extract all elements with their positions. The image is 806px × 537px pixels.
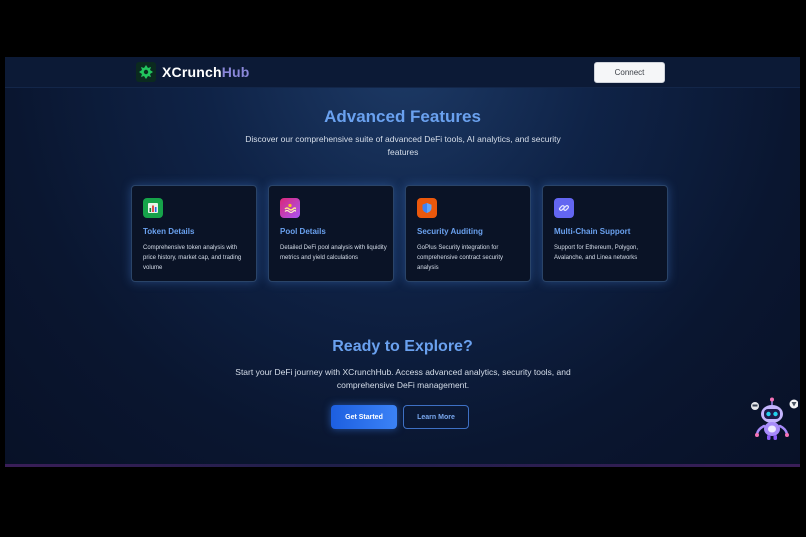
feature-card-description: GoPlus Security integration for comprehe… — [417, 245, 504, 271]
feature-card-description: Comprehensive token analysis with price … — [143, 245, 242, 271]
bar-chart-icon — [143, 198, 163, 218]
link-icon — [554, 198, 574, 218]
feature-card-pool-details[interactable]: Pool Details Detailed DeFi pool analysis… — [268, 185, 394, 282]
feature-card-multi-chain-support[interactable]: Multi-Chain Support Support for Ethereum… — [542, 185, 668, 282]
feature-card-title: Token Details — [143, 227, 195, 236]
feature-card-title: Security Auditing — [417, 227, 483, 236]
brand-name-accent: Hub — [221, 64, 250, 80]
get-started-button[interactable]: Get Started — [331, 405, 397, 429]
features-title: Advanced Features — [324, 107, 481, 126]
explore-title: Ready to Explore? — [332, 338, 473, 355]
brand-name-primary: XCrunch — [162, 64, 222, 80]
connect-button[interactable]: Connect — [594, 62, 665, 83]
assistant-robot-icon[interactable] — [750, 396, 799, 442]
xcrunch-logo-icon — [136, 62, 156, 82]
feature-card-title: Pool Details — [280, 227, 326, 236]
feature-card-security-auditing[interactable]: Security Auditing GoPlus Security integr… — [405, 185, 531, 282]
brand-name: XCrunchHub — [162, 64, 250, 80]
pool-icon — [280, 198, 300, 218]
features-subtitle: Discover our comprehensive suite of adva… — [245, 134, 561, 157]
feature-card-description: Detailed DeFi pool analysis with liquidi… — [280, 245, 387, 261]
shield-icon — [417, 198, 437, 218]
top-navbar: XCrunchHub Connect — [5, 57, 800, 88]
brand[interactable]: XCrunchHub — [136, 62, 250, 82]
feature-card-token-details[interactable]: Token Details Comprehensive token analys… — [131, 185, 257, 282]
feature-card-description: Support for Ethereum, Polygon, Avalanche… — [554, 245, 639, 261]
app-viewport: XCrunchHub Connect Advanced Features Dis… — [5, 57, 800, 467]
feature-card-title: Multi-Chain Support — [554, 227, 631, 236]
learn-more-button[interactable]: Learn More — [403, 405, 469, 429]
explore-subtitle: Start your DeFi journey with XCrunchHub.… — [235, 367, 571, 390]
